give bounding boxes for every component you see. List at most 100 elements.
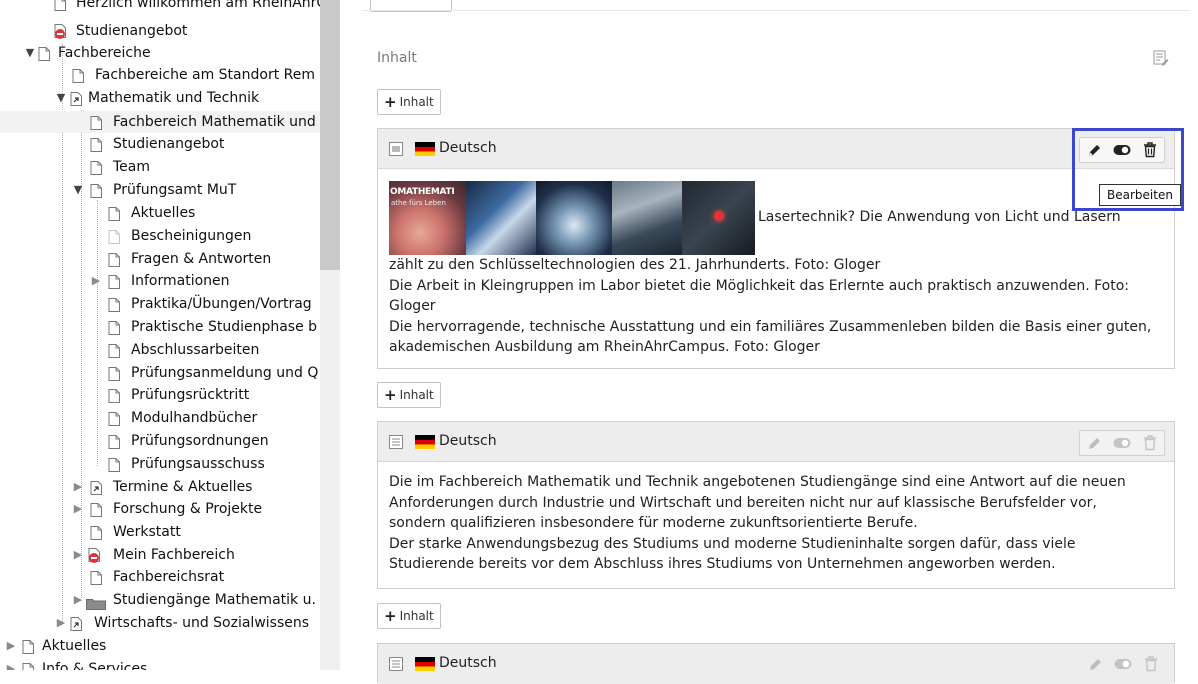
expand-toggle-icon[interactable]: ▶ [72,476,84,498]
page-icon [90,115,102,130]
tree-item[interactable]: ▶ Termine & Aktuelles [0,476,320,498]
tree-item[interactable]: ▶ Info & Services [0,658,320,670]
expand-toggle-icon[interactable]: ▶ [5,635,17,657]
page-icon [72,68,84,83]
page-icon [108,343,120,358]
tree-item-label: Aktuelles [42,638,107,654]
delete-button[interactable] [1137,652,1165,676]
tree-item-label: Informationen [131,273,230,289]
collapse-toggle-icon[interactable]: ▼ [72,179,84,201]
expand-toggle-icon[interactable]: ▶ [5,658,17,670]
tree-item[interactable]: Fachbereiche am Standort Rem [0,64,320,86]
expand-toggle-icon[interactable]: ▶ [90,270,102,292]
tree-item[interactable]: Studienangebot [0,133,320,155]
page-icon [90,137,102,152]
tree-item-label: Fachbereich Mathematik und [113,114,316,130]
tree-item-selected[interactable]: Fachbereich Mathematik und [0,111,320,133]
collapse-toggle-icon[interactable]: ▼ [55,87,67,109]
tree-item-label: Fachbereichsrat [113,569,225,585]
tree-item[interactable]: Fragen & Antworten [0,248,320,270]
page-restricted-icon [88,548,100,563]
tree-item[interactable]: ▶ Aktuelles [0,635,320,657]
tree-item[interactable]: ▶ Mein Fachbereich [0,544,320,566]
tree-item[interactable]: ▶ Informationen [0,270,320,292]
tree-item-label: Prüfungsordnungen [131,433,269,449]
page-icon [90,502,102,517]
expand-toggle-icon[interactable]: ▶ [72,589,84,611]
page-icon [108,411,120,426]
tree-item[interactable]: Prüfungsanmeldung und Q [0,362,320,384]
tree-item[interactable]: Praktische Studienphase b [0,316,320,338]
tree-item-label: Prüfungsamt MuT [113,182,237,198]
tree-item[interactable]: ▼ Mathematik und Technik [0,87,320,109]
add-content-button[interactable]: + Inhalt [377,603,441,629]
expand-toggle-icon[interactable]: ▶ [72,498,84,520]
tree-item[interactable]: Prüfungsordnungen [0,430,320,452]
page-shortcut-icon [90,480,102,495]
tree-scrollbar-thumb[interactable] [320,0,340,270]
tree-item[interactable]: ▶ Wirtschafts- und Sozialwissens [0,612,320,634]
add-content-button[interactable]: + Inhalt [377,89,441,115]
toggle-visibility-button[interactable] [1109,652,1137,676]
tree-item-label: Mein Fachbereich [113,547,235,563]
page-icon [90,160,102,175]
tree-item-label: Prüfungsrücktritt [131,387,250,403]
tree-item-label: Fragen & Antworten [131,251,272,267]
highlight-frame [1072,128,1184,211]
page-icon [90,183,102,198]
text-line: Lasertechnik? Die Anwendung von Licht un… [758,209,1121,225]
content-element-body: Die im Fachbereich Mathematik und Techni… [378,462,1174,585]
page-content-area: Inhalt + Inhalt Deutsch OMATHEMATI athe … [340,0,1198,684]
laser-dot [714,211,724,221]
delete-button[interactable] [1136,431,1164,455]
tree-item[interactable]: ▶ Studiengänge Mathematik u. [0,589,320,611]
edit-column-icon[interactable] [1153,50,1169,70]
collapse-toggle-icon[interactable]: ▼ [24,42,36,64]
tree-item-label: Praktische Studienphase b [131,319,318,335]
tree-item[interactable]: Fachbereichsrat [0,566,320,588]
tree-item-label: Studiengänge Mathematik u. [113,592,316,608]
edit-button[interactable] [1081,652,1109,676]
tree-item[interactable]: ▶ Forschung & Projekte [0,498,320,520]
tree-item[interactable]: Praktika/Übungen/Vortrag [0,293,320,315]
tree-item-label: Abschlussarbeiten [131,342,260,358]
text-type-icon [389,657,403,675]
page-icon [108,457,120,472]
expand-toggle-icon[interactable]: ▶ [72,544,84,566]
tree-item-label: Fachbereiche [58,45,151,61]
tree-item-label: Studienangebot [76,23,188,39]
tree-item[interactable]: ▼ Fachbereiche [0,42,320,64]
plus-icon: + [384,607,397,625]
tree-item[interactable]: Aktuelles [0,202,320,224]
content-element-actions [1081,652,1165,678]
tree-item[interactable]: Modulhandbücher [0,407,320,429]
image-caption-subtext: athe fürs Leben [391,199,446,207]
tree-item[interactable]: Prüfungsrücktritt [0,384,320,406]
expand-toggle-icon[interactable]: ▶ [55,612,67,634]
page-icon [54,0,66,11]
tree-item[interactable]: Bescheinigungen [0,225,320,247]
toggle-icon [1113,438,1131,448]
tree-item[interactable]: Werkstatt [0,521,320,543]
add-content-label: Inhalt [399,95,434,109]
tree-item[interactable]: Studienangebot [0,20,320,42]
add-content-button[interactable]: + Inhalt [377,382,441,408]
content-element-body: OMATHEMATI athe fürs Leben Lasertechnik?… [378,169,1174,368]
page-icon [90,570,102,585]
tree-item[interactable]: ▼ Prüfungsamt MuT [0,179,320,201]
tree-item[interactable]: Prüfungsausschuss [0,453,320,475]
tree-item-label: Aktuelles [131,205,196,221]
tree-item-label: Modulhandbücher [131,410,258,426]
edit-button[interactable] [1080,431,1108,455]
tree-item-label: Praktika/Übungen/Vortrag [131,296,312,312]
page-icon [90,525,102,540]
tree-item[interactable]: Team [0,156,320,178]
language-label: Deutsch [439,140,497,156]
pencil-icon [1088,437,1100,449]
content-element: Deutsch Die im Fachbereich Mathematik un… [377,421,1175,589]
content-element-header: Deutsch [378,644,1174,684]
tree-item[interactable]: Herzlich willkommen am RheinAhrC [0,0,320,14]
toggle-visibility-button[interactable] [1108,431,1136,455]
tree-item[interactable]: Abschlussarbeiten [0,339,320,361]
tree-item-label: Fachbereiche am Standort Rem [95,67,315,83]
